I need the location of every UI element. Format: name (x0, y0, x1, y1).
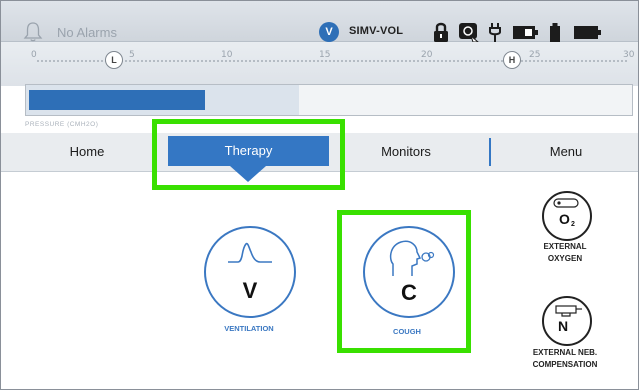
battery-icon (513, 26, 538, 39)
lock-icon[interactable] (432, 21, 450, 43)
external-neb-button[interactable]: N (542, 296, 592, 346)
scale-tick: 15 (319, 50, 331, 60)
external-oxygen-caption-line2: OXYGEN (547, 254, 583, 263)
pressure-bar (25, 84, 633, 116)
plug-icon (489, 23, 501, 42)
scale-tick: 25 (529, 50, 541, 60)
pressure-scale: 0 5 10 15 20 25 30 L H (1, 42, 638, 86)
device-screen: No Alarms V SIMV-VOL 0 5 10 15 20 25 30 … (0, 0, 639, 390)
mode-badge: V (319, 22, 339, 42)
screen-lock-icon[interactable] (458, 21, 480, 43)
pressure-bar-fill (29, 90, 205, 110)
external-neb-caption: EXTERNAL NEB. COMPENSATION (505, 347, 625, 371)
tab-home[interactable]: Home (27, 133, 147, 171)
battery-full-icon (574, 26, 601, 39)
oxygen-tube-icon (553, 198, 579, 208)
cough-button-highlight (337, 210, 471, 353)
ventilation-mode-text[interactable]: SIMV-VOL (349, 25, 403, 37)
external-neb-caption-line2: COMPENSATION (532, 360, 598, 369)
scale-tick: 0 (31, 50, 37, 60)
external-neb-caption-line1: EXTERNAL NEB. (532, 348, 598, 357)
external-oxygen-caption: EXTERNAL OXYGEN (505, 241, 625, 265)
tab-monitors[interactable]: Monitors (346, 133, 466, 171)
tab-menu[interactable]: Menu (501, 133, 631, 171)
oxygen-symbol: O (559, 211, 570, 227)
therapy-tab-highlight (152, 119, 345, 190)
ventilation-caption: VENTILATION (224, 324, 274, 333)
ventilation-letter: V (242, 278, 258, 303)
pressure-unit-label: PRESSURE (CMH2O) (25, 121, 99, 128)
external-oxygen-caption-line1: EXTERNAL (543, 242, 587, 251)
scale-dots (37, 60, 627, 64)
ventilation-button[interactable]: V (204, 226, 296, 318)
tab-separator (489, 138, 491, 166)
high-pressure-marker: H (503, 51, 521, 69)
oxygen-subscript: 2 (571, 221, 575, 228)
nebulizer-symbol: N (558, 318, 569, 334)
low-pressure-marker: L (105, 51, 123, 69)
scale-tick: 30 (623, 50, 635, 60)
status-bar: No Alarms V SIMV-VOL (1, 1, 638, 43)
nebulizer-icon (555, 305, 582, 317)
scale-tick: 5 (129, 50, 135, 60)
alarm-status-text[interactable]: No Alarms (57, 25, 117, 40)
scale-tick: 10 (221, 50, 233, 60)
external-oxygen-button[interactable]: O 2 (542, 191, 592, 241)
scale-tick: 20 (421, 50, 433, 60)
bell-icon (23, 22, 43, 42)
cylinder-icon (550, 23, 560, 42)
ventilation-waveform-icon (228, 242, 272, 263)
